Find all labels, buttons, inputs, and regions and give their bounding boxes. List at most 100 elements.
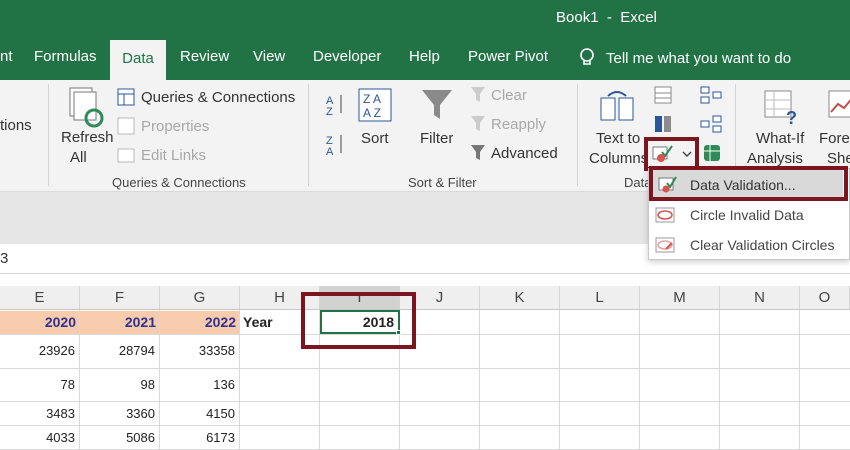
cell[interactable]: 5086 [80, 430, 159, 445]
relationships-icon[interactable] [700, 115, 722, 133]
tell-me-search[interactable]: Tell me what you want to do [578, 48, 791, 68]
tab-data[interactable]: Data [110, 40, 166, 80]
sort-dialog-icon: Z AA Z [358, 88, 392, 122]
refresh-all-button[interactable]: Refresh All [58, 84, 114, 170]
window-title: Book1 - Excel [556, 9, 657, 26]
col-line [639, 310, 640, 450]
cell-f-header[interactable]: 2021 [80, 311, 159, 334]
forecast-sheet-button[interactable]: Forec She [818, 86, 850, 172]
menu-item-label: Circle Invalid Data [690, 207, 804, 223]
reapply-icon [471, 116, 485, 131]
cell-g-header[interactable]: 2022 [160, 311, 239, 334]
tab-help[interactable]: Help [409, 48, 440, 65]
flash-fill-icon[interactable] [654, 86, 672, 104]
column-header-g[interactable]: G [160, 286, 240, 310]
tab-review[interactable]: Review [180, 48, 229, 65]
sort-za-icon: ZA [326, 135, 342, 156]
edit-links-icon [117, 148, 135, 163]
cell[interactable]: 136 [160, 377, 239, 392]
sort-az-icon: AZ [326, 95, 342, 116]
divider [48, 84, 49, 186]
tab-power-pivot[interactable]: Power Pivot [468, 48, 548, 65]
properties-label: Properties [141, 117, 210, 135]
clear-filter-icon [471, 87, 485, 102]
cell[interactable]: 33358 [160, 343, 239, 358]
column-header-f[interactable]: F [80, 286, 160, 310]
forecast-label: Forec [819, 130, 850, 147]
tell-me-text: Tell me what you want to do [606, 49, 792, 67]
svg-text:?: ? [786, 108, 797, 126]
tab-view[interactable]: View [253, 48, 285, 65]
col-line [719, 310, 720, 450]
refresh-icon [69, 87, 104, 128]
column-header-e[interactable]: E [0, 286, 80, 310]
partial-ribbon-label: tions [0, 117, 32, 134]
what-if-label-2: Analysis [747, 150, 803, 167]
cell[interactable]: 4150 [160, 406, 239, 421]
cell-h-year-label[interactable]: Year [243, 311, 273, 334]
reapply-button[interactable]: Reapply [470, 115, 546, 133]
selected-cell-highlight [301, 292, 416, 349]
filter-button[interactable]: Filter [418, 86, 458, 152]
queries-connections-button[interactable]: Queries & Connections [117, 86, 295, 108]
data-validation-icon [652, 145, 673, 162]
row-line [0, 401, 850, 402]
tab-developer[interactable]: Developer [313, 48, 381, 65]
properties-icon [117, 117, 135, 135]
reapply-label: Reapply [491, 115, 547, 133]
edit-links-button[interactable]: Edit Links [117, 144, 206, 166]
tab-partial[interactable]: nt [0, 48, 13, 65]
filter-label: Filter [420, 130, 454, 147]
column-header-m[interactable]: M [640, 286, 720, 310]
column-header-l[interactable]: L [560, 286, 640, 310]
refresh-label: Refresh [61, 129, 114, 146]
col-line [559, 310, 560, 450]
cell[interactable]: 28794 [80, 343, 159, 358]
cell[interactable]: 98 [80, 377, 159, 392]
properties-button[interactable]: Properties [117, 115, 209, 137]
group-label-queries: Queries & Connections [112, 175, 246, 190]
cell[interactable]: 6173 [160, 430, 239, 445]
cell[interactable]: 78 [0, 377, 79, 392]
what-if-analysis-button[interactable]: ? What-If Analysis [747, 86, 814, 172]
col-line [239, 310, 240, 450]
circle-invalid-icon [655, 207, 675, 223]
cell[interactable]: 3360 [80, 406, 159, 421]
table-icon [117, 88, 135, 106]
cell[interactable]: 4033 [0, 430, 79, 445]
menu-item-clear-validation-circles[interactable]: Clear Validation Circles [649, 230, 849, 260]
manage-data-model-icon[interactable] [702, 143, 722, 163]
remove-duplicates-icon[interactable] [654, 115, 672, 133]
svg-text:A: A [326, 146, 334, 156]
chevron-down-icon [682, 151, 692, 157]
col-line [479, 310, 480, 450]
menu-item-data-validation-label[interactable]: Data Validation... [690, 177, 796, 193]
menu-item-label: Clear Validation Circles [690, 237, 835, 253]
tab-formulas[interactable]: Formulas [34, 48, 97, 65]
advanced-filter-icon [471, 145, 485, 160]
consolidate-icon[interactable] [700, 86, 722, 104]
advanced-button[interactable]: Advanced [470, 144, 558, 162]
menu-item-circle-invalid-data[interactable]: Circle Invalid Data [649, 200, 849, 230]
cell-e-header[interactable]: 2020 [0, 311, 79, 334]
text-to-columns-button[interactable]: Text to Columns [588, 86, 649, 172]
col-line [799, 310, 800, 450]
clear-circles-icon [655, 237, 675, 253]
svg-text:Z: Z [326, 106, 333, 116]
divider [577, 84, 578, 186]
sort-label: Sort [361, 130, 389, 147]
column-header-n[interactable]: N [720, 286, 800, 310]
text-to-columns-label: Text to [596, 130, 641, 147]
column-header-k[interactable]: K [480, 286, 560, 310]
forecast-icon [828, 90, 850, 118]
cell[interactable]: 3483 [0, 406, 79, 421]
row-line [0, 425, 850, 426]
column-header-o[interactable]: O [800, 286, 850, 310]
text-to-columns-label-2: Columns [589, 150, 649, 167]
cell[interactable]: 23926 [0, 343, 79, 358]
svg-text:A Z: A Z [363, 106, 381, 120]
name-box[interactable]: 3 [0, 250, 8, 267]
text-to-columns-icon [600, 91, 634, 121]
clear-button[interactable]: Clear [470, 86, 527, 104]
sort-button[interactable]: Z AA Z Sort [356, 86, 394, 152]
